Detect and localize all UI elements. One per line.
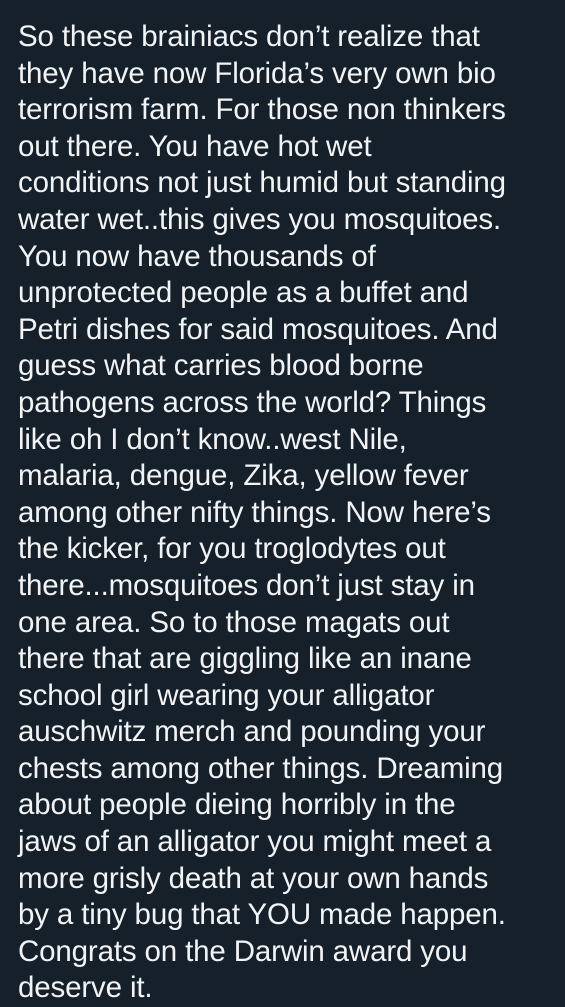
post-line: by a tiny bug that YOU made happen. [18,898,506,932]
post-line: out there. You have hot wet [18,129,372,163]
post-line: school girl wearing your alligator [18,678,435,712]
post-line: deserve it. [18,971,153,1005]
post-line: water wet..this gives you mosquitoes. [18,202,502,236]
post-line: pathogens across the world? Things [18,385,487,419]
post-line: there...mosquitoes don’t just stay in [18,568,475,602]
post-line: one area. So to those magats out [18,605,450,639]
post-line: guess what carries blood borne [18,349,424,383]
post-line: about people dieing horribly in the [18,788,456,822]
post-line: Congrats on the Darwin award you [18,934,468,968]
post-text: So these brainiacs don’t realize that th… [18,19,558,1007]
post-line: malaria, dengue, Zika, yellow fever [18,459,469,493]
post-line: chests among other things. Dreaming [18,751,504,785]
post-line: like oh I don’t know..west Nile, [18,422,407,456]
post-line: You now have thousands of [18,239,376,273]
post-line: there that are giggling like an inane [18,642,472,676]
post-line: terrorism farm. For those non thinkers [18,93,506,127]
post-line: they have now Florida’s very own bio [18,56,496,90]
post-line: conditions not just humid but standing [18,166,506,200]
post-line: among other nifty things. Now here’s [18,495,491,529]
post-line: Petri dishes for said mosquitoes. And [18,312,498,346]
post-line: So these brainiacs don’t realize that [18,20,480,53]
post-container: So these brainiacs don’t realize that th… [0,0,565,1004]
post-line: auschwitz merch and pounding your [18,715,486,749]
post-line: the kicker, for you troglodytes out [18,532,446,566]
post-line: unprotected people as a buffet and [18,276,469,310]
post-line: jaws of an alligator you might meet a [18,825,492,859]
post-line: more grisly death at your own hands [18,861,489,895]
